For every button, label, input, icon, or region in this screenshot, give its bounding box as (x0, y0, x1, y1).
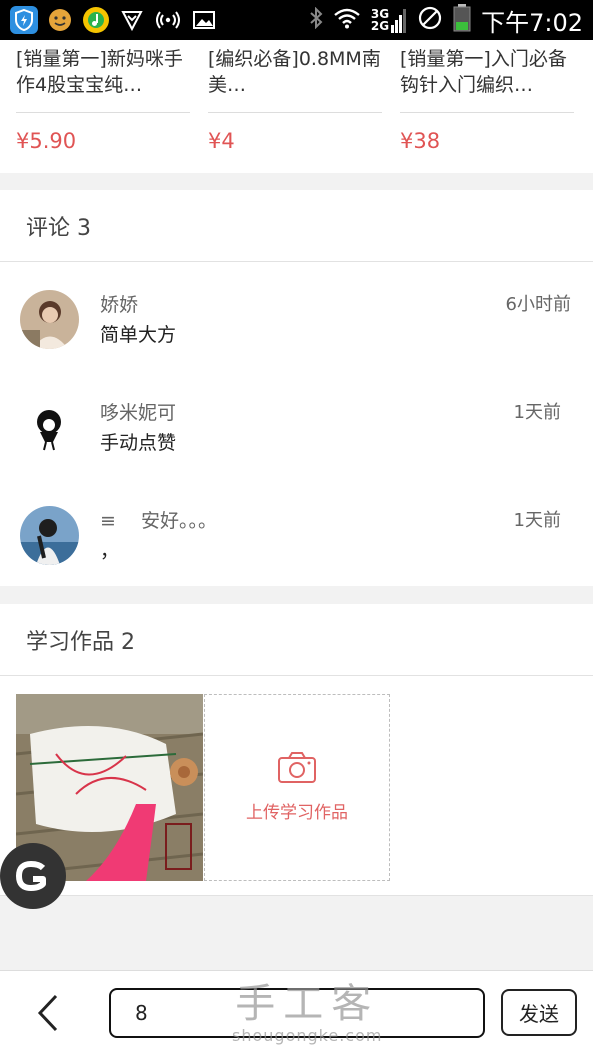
chevron-left-icon (37, 994, 58, 1032)
upload-work-label: 上传学习作品 (246, 803, 348, 823)
comment-time: 1天前 (513, 402, 561, 423)
works-section: 学习作品 2 上传学习作品 (0, 604, 593, 896)
comment-time: 6小时前 (505, 294, 571, 315)
comment-input-bar: 8 发送 (0, 970, 593, 1054)
comment-text: 手动点赞 (100, 432, 177, 454)
product-price: ¥4 (208, 129, 235, 153)
image-icon (190, 6, 218, 34)
avatar[interactable] (20, 290, 79, 349)
network-2g-label: 2G (370, 19, 390, 33)
product-card[interactable]: [编织必备]0.8MM南美… ¥4 (208, 46, 382, 153)
comment-text: 简单大方 (100, 324, 177, 346)
camera-icon (278, 752, 316, 783)
comment-input[interactable]: 8 (109, 988, 485, 1038)
music-app-icon (82, 6, 110, 34)
comment-author[interactable]: ≡ 安好。。。 (100, 506, 217, 533)
divider (400, 112, 574, 113)
avatar[interactable] (20, 398, 79, 457)
comments-header: 评论 3 (0, 190, 593, 262)
back-button[interactable] (28, 993, 68, 1033)
comment-text: ， (100, 540, 120, 562)
status-time: 下午7:02 (481, 8, 583, 37)
hotspot-icon (154, 6, 182, 34)
product-title: [编织必备]0.8MM南美… (208, 48, 381, 96)
comment-item[interactable]: ≡ 安好。。。 ， 1天前 (0, 506, 593, 614)
bluetooth-icon (309, 6, 323, 33)
divider (16, 112, 190, 113)
comment-item[interactable]: 哆米妮可 手动点赞 1天前 (0, 398, 593, 506)
product-card[interactable]: [销量第一]入门必备 钩针入门编织… ¥38 (400, 46, 574, 153)
upload-work-button[interactable]: 上传学习作品 (204, 694, 390, 881)
send-button[interactable]: 发送 (501, 989, 577, 1036)
floating-assistant-button[interactable] (0, 843, 66, 909)
signal-bars-icon (391, 9, 407, 33)
comment-author[interactable]: 娇娇 (100, 290, 138, 317)
comment-item[interactable]: 娇娇 简单大方 6小时前 (0, 290, 593, 398)
battery-icon (453, 4, 471, 36)
wifi-icon (333, 7, 361, 33)
network-indicator: 3G 2G (371, 7, 407, 33)
divider (208, 112, 382, 113)
product-title: [销量第一]入门必备 钩针入门编织… (400, 48, 567, 96)
product-card[interactable]: [销量第一]新妈咪手作4股宝宝纯… ¥5.90 (16, 46, 190, 153)
c-logo-icon (16, 861, 46, 891)
related-products: [销量第一]新妈咪手作4股宝宝纯… ¥5.90 [编织必备]0.8MM南美… ¥… (0, 40, 593, 173)
no-disturb-icon (417, 5, 443, 35)
comment-author[interactable]: 哆米妮可 (100, 398, 176, 425)
face-app-icon (46, 6, 74, 34)
status-bar: 3G 2G 下午7:02 (0, 0, 593, 40)
comments-section: 评论 3 娇娇 简单大方 6小时前 哆米妮可 手动点赞 1天前 ≡ 安好。。。 … (0, 190, 593, 586)
product-title: [销量第一]新妈咪手作4股宝宝纯… (16, 48, 183, 96)
shield-app-icon (10, 6, 38, 34)
works-header: 学习作品 2 (0, 604, 593, 676)
comment-time: 1天前 (513, 510, 561, 531)
product-price: ¥5.90 (16, 129, 77, 153)
shield-check-icon (118, 6, 146, 34)
avatar[interactable] (20, 506, 79, 565)
product-price: ¥38 (400, 129, 441, 153)
